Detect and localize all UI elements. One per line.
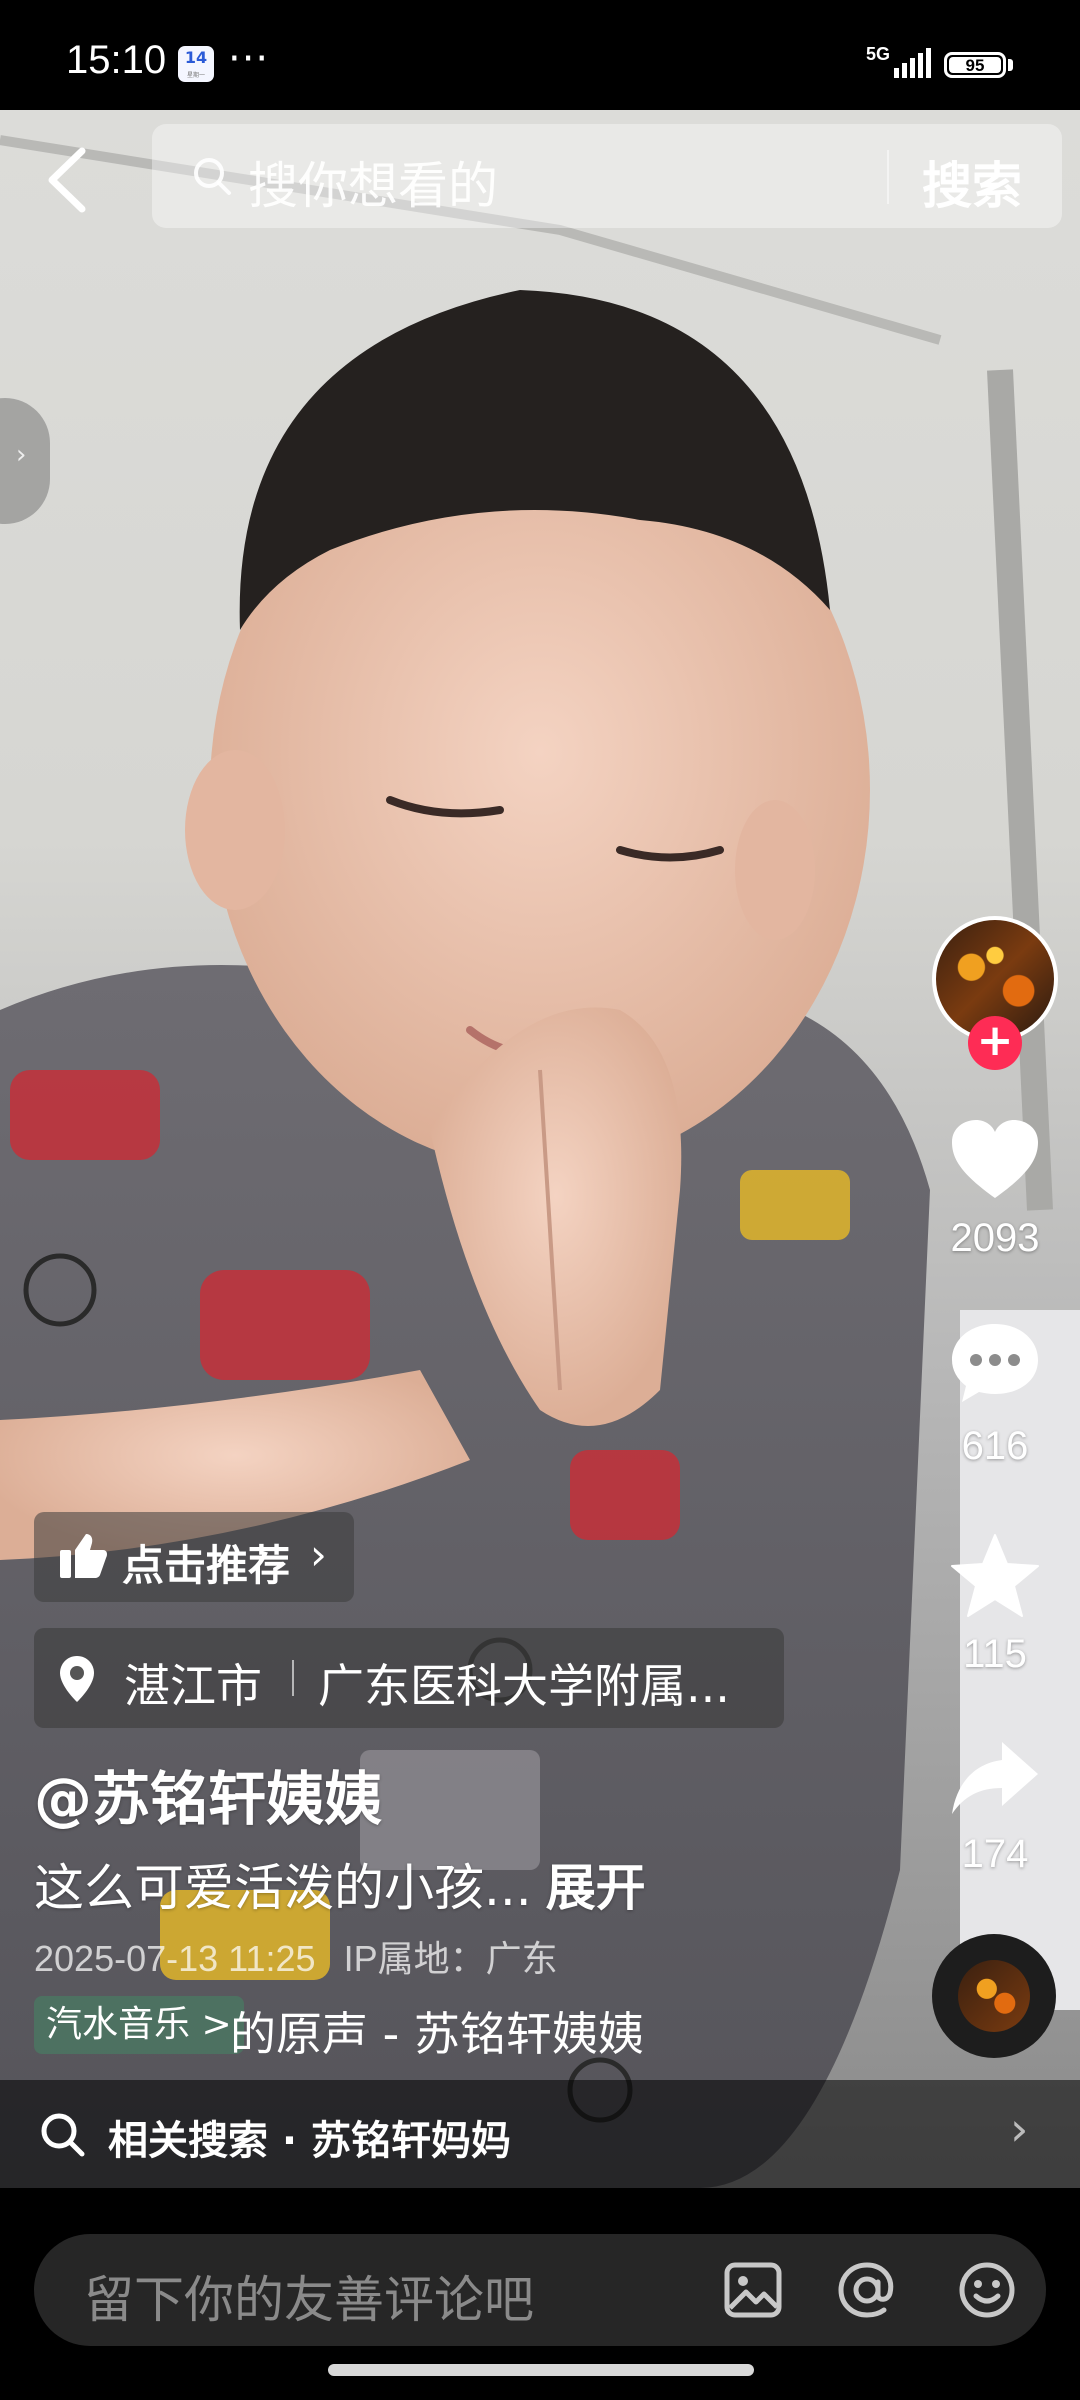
chevron-right-icon: › — [16, 440, 27, 470]
share-count: 174 — [961, 1832, 1029, 1876]
status-bar: 15:10 14 星期一 ··· 5G 95 — [0, 0, 1080, 110]
post-ip: IP属地：广东 — [343, 1938, 558, 1979]
more-notifications-icon: ··· — [228, 36, 270, 82]
favorite-star-icon[interactable] — [950, 1532, 1040, 1618]
battery-level: 95 — [949, 57, 1001, 74]
home-indicator[interactable] — [328, 2364, 754, 2376]
battery-icon: 95 — [944, 52, 1006, 78]
post-date: 2025-07-13 11:25 — [34, 1938, 316, 1979]
expand-button[interactable]: 展开 — [546, 1859, 646, 1917]
follow-plus-icon[interactable]: + — [968, 1016, 1022, 1070]
recommend-button[interactable]: 点击推荐 › — [34, 1512, 354, 1602]
battery-tip — [1008, 59, 1013, 71]
comment-placeholder: 留下你的友善评论吧 — [84, 2271, 534, 2329]
location-pin-icon — [60, 1656, 94, 1702]
search-icon — [194, 158, 231, 195]
search-bar[interactable]: 搜你想看的 搜索 — [152, 124, 1062, 228]
location-tag[interactable]: 湛江市 广东医科大学附属... — [34, 1628, 784, 1728]
post-description[interactable]: 这么可爱活泼的小孩... 展开 — [34, 1848, 646, 1920]
share-arrow-icon[interactable] — [950, 1738, 1040, 1818]
comment-icon[interactable] — [950, 1320, 1040, 1406]
music-disc[interactable] — [932, 1934, 1056, 2058]
related-search-text: 相关搜索 · 苏铭轩妈妈 — [108, 2118, 512, 2164]
status-time: 15:10 — [66, 38, 167, 82]
author-name[interactable]: @苏铭轩姨姨 — [34, 1752, 382, 1836]
chevron-right-icon: › — [1010, 2102, 1029, 2156]
location-city: 湛江市 — [124, 1659, 262, 1713]
search-input[interactable]: 搜你想看的 — [248, 146, 498, 218]
favorite-count: 115 — [963, 1632, 1027, 1676]
back-arrow-icon[interactable] — [40, 145, 96, 215]
description-text: 这么可爱活泼的小孩... — [34, 1859, 532, 1917]
search-button[interactable]: 搜索 — [922, 146, 1022, 218]
music-title: 的原声 - 苏铭轩姨姨 — [230, 2007, 644, 2061]
qishui-music-badge[interactable]: 汽水音乐 > — [34, 1996, 244, 2054]
emoji-icon[interactable] — [958, 2262, 1016, 2318]
signal-icon — [894, 48, 931, 78]
comment-count: 616 — [961, 1424, 1029, 1468]
mention-at-icon[interactable] — [838, 2262, 896, 2318]
image-icon[interactable] — [724, 2262, 782, 2318]
recommend-label: 点击推荐 — [122, 1541, 291, 1590]
related-search-bar[interactable]: 相关搜索 · 苏铭轩妈妈 › — [0, 2080, 1080, 2188]
search-divider — [887, 150, 889, 204]
music-disc-cover — [958, 1960, 1030, 2032]
chevron-right-icon: › — [310, 1530, 327, 1579]
thumbs-up-icon — [60, 1534, 107, 1578]
like-heart-icon[interactable] — [950, 1118, 1040, 1204]
search-icon — [41, 2113, 85, 2157]
comment-input[interactable]: 留下你的友善评论吧 — [34, 2234, 1046, 2346]
post-meta: 2025-07-13 11:25 IP属地：广东 — [34, 1930, 558, 1982]
network-type: 5G — [866, 44, 891, 64]
calendar-icon: 14 星期一 — [178, 46, 214, 82]
like-count: 2093 — [950, 1216, 1040, 1260]
location-divider — [292, 1660, 294, 1696]
location-place: 广东医科大学附属... — [318, 1659, 730, 1713]
bottom-bar: 留下你的友善评论吧 — [0, 2188, 1080, 2400]
